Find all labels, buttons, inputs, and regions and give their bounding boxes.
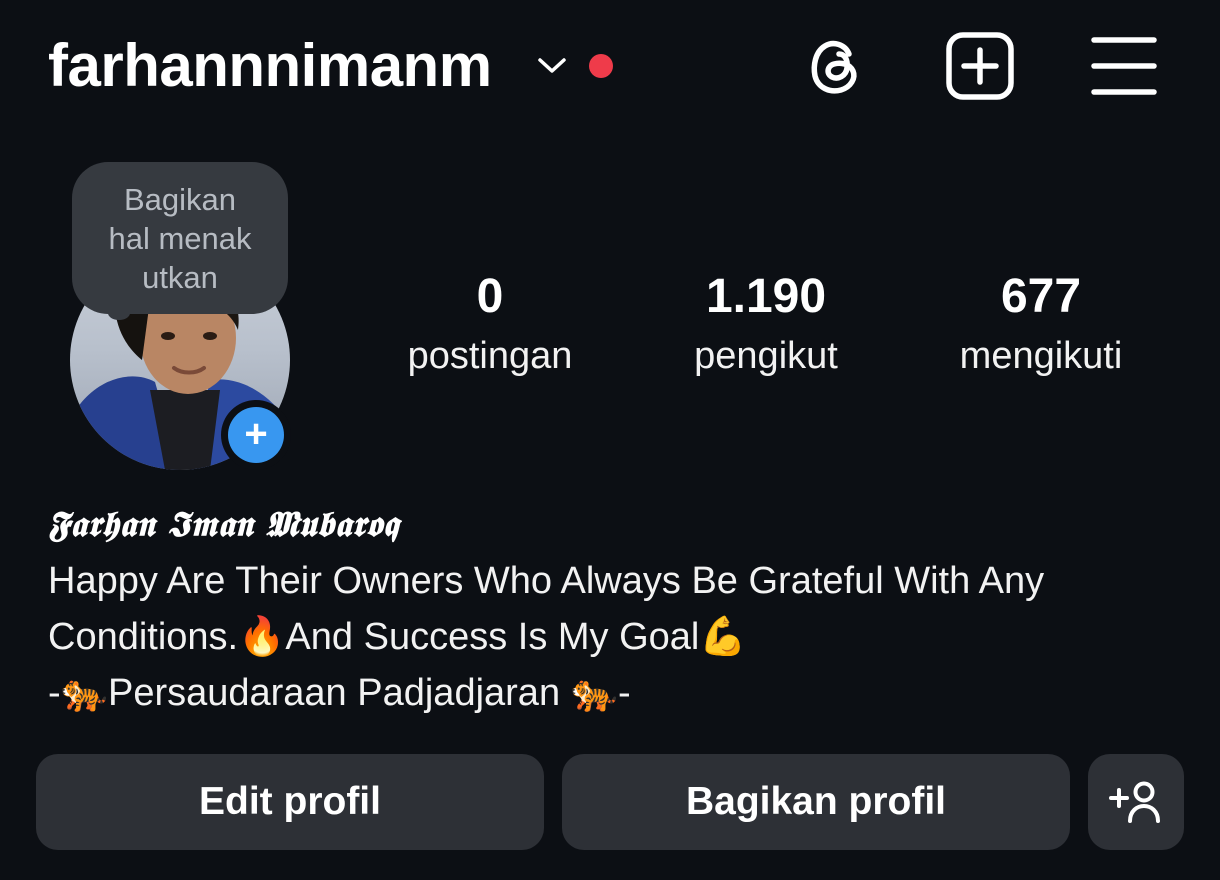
posts-stat[interactable]: 0 postingan — [365, 270, 615, 388]
bio: Happy Are Their Owners Who Always Be Gra… — [48, 553, 1178, 721]
followers-count: 1.190 — [705, 270, 827, 323]
posts-label: postingan — [407, 335, 573, 377]
following-count: 677 — [1000, 270, 1082, 323]
add-person-icon — [1109, 781, 1160, 823]
chevron-down-icon[interactable] — [537, 56, 567, 76]
add-story-button[interactable]: + — [221, 400, 291, 470]
followers-label: pengikut — [694, 335, 838, 377]
bio-line: Conditions.🔥And Success Is My Goal💪 — [48, 616, 747, 658]
note-line: Bagikan — [123, 182, 237, 217]
discover-people-button[interactable] — [1088, 754, 1184, 850]
share-profile-button[interactable]: Bagikan profil — [562, 754, 1070, 850]
full-name: 𝕱𝖆𝖗𝖍𝖆𝖓 𝕴𝖒𝖆𝖓 𝕸𝖚𝖇𝖆𝖗𝖔𝖖 — [48, 504, 400, 545]
note-bubble[interactable]: Bagikan hal menak utkan — [72, 162, 288, 314]
following-label: mengikuti — [959, 335, 1123, 377]
posts-count: 0 — [476, 270, 504, 323]
plus-icon: + — [228, 407, 284, 463]
edit-profile-button[interactable]: Edit profil — [36, 754, 544, 850]
new-post-icon[interactable] — [946, 32, 1014, 100]
note-line: hal menak — [108, 221, 252, 256]
bio-line: -🐅Persaudaraan Padjadjaran 🐅- — [48, 672, 631, 714]
bio-line: Happy Are Their Owners Who Always Be Gra… — [48, 560, 1045, 602]
menu-icon[interactable] — [1090, 32, 1158, 100]
username-switcher[interactable]: farhannnimanm — [48, 28, 492, 104]
note-line: utkan — [142, 260, 218, 295]
note-text: Bagikan hal menak utkan — [72, 180, 288, 297]
following-stat[interactable]: 677 mengikuti — [916, 270, 1166, 388]
notification-dot — [589, 54, 613, 78]
threads-icon[interactable] — [803, 32, 871, 100]
followers-stat[interactable]: 1.190 pengikut — [641, 270, 891, 388]
